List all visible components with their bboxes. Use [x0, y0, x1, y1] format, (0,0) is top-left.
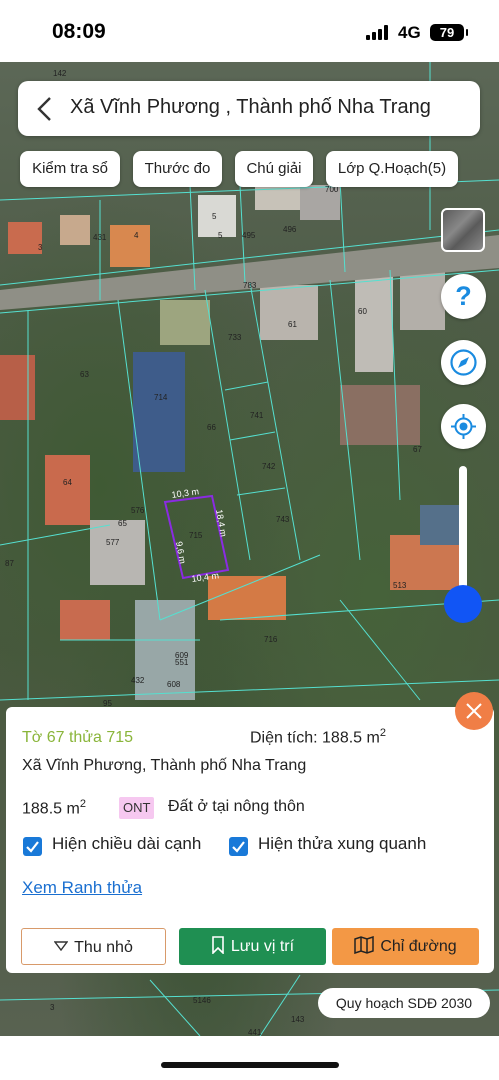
map-icon — [354, 936, 375, 955]
parcel-number: 716 — [264, 635, 278, 644]
parcel-number: 64 — [63, 478, 72, 487]
land-type: Đất ở tại nông thôn — [168, 798, 305, 815]
parcel-number: 61 — [288, 320, 297, 329]
status-bar: 08:09 4G 79 — [0, 0, 499, 62]
edge-length-label: 10,3 m — [171, 486, 200, 500]
planning-layer-badge[interactable]: Quy hoạch SDĐ 2030 — [318, 988, 490, 1018]
home-indicator[interactable] — [161, 1062, 339, 1068]
parcel-number: 5 — [212, 212, 217, 221]
edge-length-checkbox-label[interactable]: Hiện chiều dài cạnh — [52, 834, 201, 854]
status-time: 08:09 — [52, 20, 106, 43]
chip-planning-layer[interactable]: Lớp Q.Hoạch(5) — [326, 151, 458, 187]
cellular-signal-icon — [366, 25, 390, 40]
triangle-down-icon — [53, 941, 69, 952]
edge-length-label: 9,6 m — [174, 541, 188, 565]
compass-icon — [450, 349, 477, 376]
bookmark-icon — [212, 936, 224, 956]
edge-length-checkbox[interactable] — [23, 837, 42, 856]
question-mark-icon: ? — [455, 281, 472, 311]
parcel-number: 551 — [175, 658, 189, 667]
parcel-number: 495 — [242, 231, 256, 240]
parcel-number: 743 — [276, 515, 290, 524]
battery-icon: 79 — [430, 24, 468, 41]
land-code-badge: ONT — [119, 797, 155, 819]
close-icon — [466, 703, 482, 719]
parcel-number: 63 — [80, 370, 89, 379]
parcel-number: 576 — [131, 506, 145, 515]
parcel-number: 715 — [189, 531, 203, 540]
parcel-number: 432 — [131, 676, 145, 685]
parcel-number: 3 — [50, 1003, 55, 1012]
surrounding-parcels-checkbox-label[interactable]: Hiện thửa xung quanh — [258, 834, 426, 854]
save-location-button[interactable]: Lưu vị trí — [179, 928, 326, 965]
parcel-number: 577 — [106, 538, 120, 547]
parcel-info-card: Tờ 67 thửa 715 Diện tích: 188.5 m2 Xã Vĩ… — [6, 707, 494, 973]
parcel-number: 66 — [207, 423, 216, 432]
checkmark-icon — [232, 841, 245, 853]
parcel-area: Diện tích: 188.5 m2 — [250, 727, 386, 747]
help-button[interactable]: ? — [441, 274, 486, 319]
zoom-slider-handle[interactable] — [444, 585, 482, 623]
parcel-address: Xã Vĩnh Phương, Thành phố Nha Trang — [22, 757, 307, 774]
zoom-slider-track[interactable] — [459, 466, 467, 600]
parcel-number: 608 — [167, 680, 181, 689]
parcel-number: 742 — [262, 462, 276, 471]
parcel-number: 513 — [393, 581, 407, 590]
parcel-number: 87 — [5, 559, 14, 568]
map-layer-thumbnail-button[interactable] — [441, 208, 485, 252]
parcel-number: 67 — [413, 445, 422, 454]
parcel-number: 3 — [38, 243, 43, 252]
parcel-number: 65 — [118, 519, 127, 528]
parcel-number: 142 — [53, 69, 67, 78]
parcel-number: 741 — [250, 411, 264, 420]
chip-legend[interactable]: Chú giải — [235, 151, 313, 187]
surrounding-parcels-checkbox[interactable] — [229, 837, 248, 856]
my-location-button[interactable] — [441, 404, 486, 449]
sheet-parcel-number: Tờ 67 thửa 715 — [22, 729, 134, 746]
edge-length-label: 10,4 m — [191, 570, 220, 584]
parcel-number: 431 — [93, 233, 107, 242]
parcel-number: 714 — [154, 393, 168, 402]
parcel-number: 496 — [283, 225, 297, 234]
parcel-number: 5 — [218, 231, 223, 240]
close-card-button[interactable] — [455, 692, 493, 730]
parcel-number: 5146 — [193, 996, 211, 1005]
network-type: 4G — [398, 23, 421, 42]
compass-button[interactable] — [441, 340, 486, 385]
parcel-size: 188.5 m2 — [22, 798, 86, 818]
edge-length-label: 18,4 m — [214, 509, 229, 538]
chip-check-book[interactable]: Kiểm tra sổ — [20, 151, 120, 187]
collapse-button[interactable]: Thu nhỏ — [21, 928, 166, 965]
directions-button[interactable]: Chỉ đường — [332, 928, 479, 965]
parcel-number: 60 — [358, 307, 367, 316]
parcel-number: 733 — [228, 333, 242, 342]
location-title: Xã Vĩnh Phương , Thành phố Nha Trang — [70, 96, 431, 118]
checkmark-icon — [26, 841, 39, 853]
location-header: Xã Vĩnh Phương , Thành phố Nha Trang — [18, 81, 480, 136]
bottom-safe-area — [0, 1036, 499, 1080]
view-boundary-link[interactable]: Xem Ranh thửa — [22, 878, 142, 898]
parcel-number: 143 — [291, 1015, 305, 1024]
parcel-number: 4 — [134, 231, 139, 240]
chip-ruler[interactable]: Thước đo — [133, 151, 222, 187]
back-icon[interactable] — [34, 95, 58, 123]
parcel-number: 783 — [243, 281, 257, 290]
crosshair-icon — [451, 414, 476, 439]
